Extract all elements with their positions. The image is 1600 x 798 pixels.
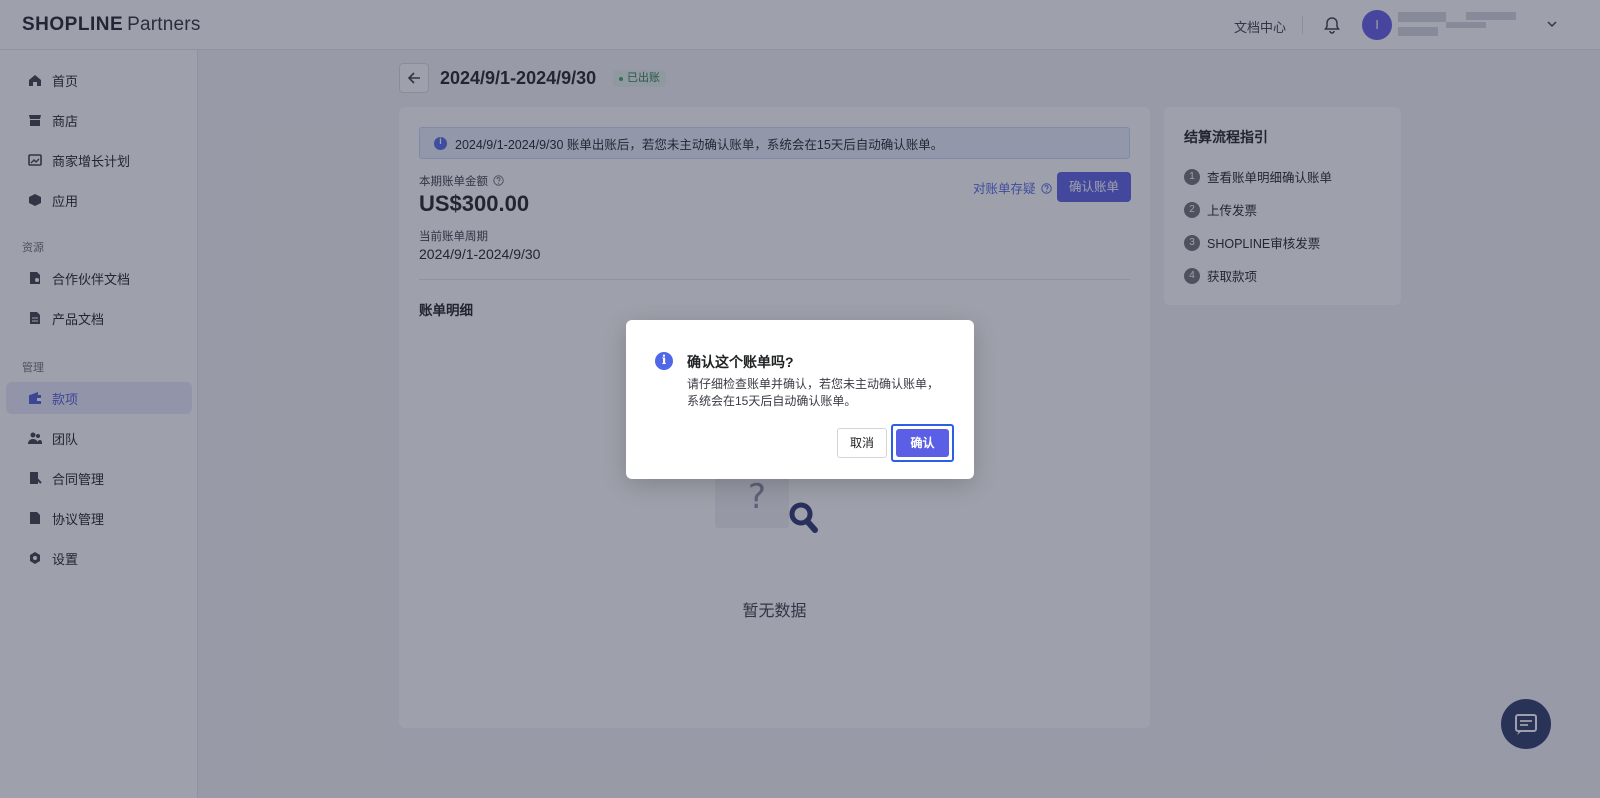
confirm-button[interactable]: 确认 xyxy=(896,429,949,457)
dialog-title: 确认这个账单吗? xyxy=(687,354,794,370)
dialog-body: 请仔细检查账单并确认，若您未主动确认账单，系统会在15天后自动确认账单。 xyxy=(687,377,940,408)
confirm-bill-dialog: 确认这个账单吗? 请仔细检查账单并确认，若您未主动确认账单，系统会在15天后自动… xyxy=(626,320,974,479)
info-icon xyxy=(655,352,673,370)
cancel-button[interactable]: 取消 xyxy=(837,428,887,458)
